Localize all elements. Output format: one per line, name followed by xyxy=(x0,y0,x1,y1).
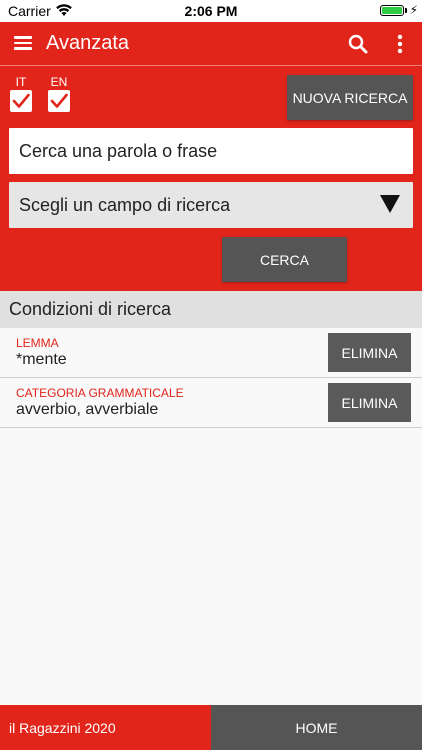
new-search-button[interactable]: NUOVA RICERCA xyxy=(287,75,413,120)
delete-condition-button[interactable]: ELIMINA xyxy=(328,383,411,422)
page-title: Avanzata xyxy=(46,32,130,54)
checkmark-icon xyxy=(12,93,30,108)
more-vertical-icon[interactable] xyxy=(390,32,410,56)
conditions-header: Condizioni di ricerca xyxy=(0,291,422,328)
status-time: 2:06 PM xyxy=(184,3,238,19)
battery-icon xyxy=(380,5,404,16)
search-field-select[interactable]: Scegli un campo di ricerca xyxy=(9,182,413,228)
language-en-label: EN xyxy=(50,75,68,89)
dropdown-arrow-icon xyxy=(380,195,400,213)
conditions-list: LEMMA *mente ELIMINA CATEGORIA GRAMMATIC… xyxy=(0,328,422,705)
condition-value: avverbio, avverbiale xyxy=(16,401,159,418)
hamburger-icon[interactable] xyxy=(12,33,34,55)
search-button[interactable]: CERCA xyxy=(222,237,347,282)
search-field-select-value: Scegli un campo di ricerca xyxy=(19,194,231,215)
language-it: IT xyxy=(9,75,33,112)
brand-label: il Ragazzini 2020 xyxy=(0,705,211,750)
condition-row: CATEGORIA GRAMMATICALE avverbio, avverbi… xyxy=(0,378,422,428)
checkmark-icon xyxy=(50,93,68,108)
language-en-checkbox[interactable] xyxy=(48,90,70,112)
language-en: EN xyxy=(47,75,71,112)
condition-field: CATEGORIA GRAMMATICALE xyxy=(16,386,184,400)
app-bar: Avanzata xyxy=(0,22,422,66)
language-it-label: IT xyxy=(15,75,27,89)
footer: il Ragazzini 2020 HOME xyxy=(0,705,422,750)
home-button[interactable]: HOME xyxy=(211,705,422,750)
search-input[interactable] xyxy=(9,128,413,174)
condition-field: LEMMA xyxy=(16,336,59,350)
search-panel: IT EN NUOVA RICERCA Scegli un campo di r… xyxy=(0,66,422,291)
search-icon[interactable] xyxy=(346,32,370,56)
charging-icon: ⚡ xyxy=(409,3,418,17)
condition-row: LEMMA *mente ELIMINA xyxy=(0,328,422,378)
status-bar: Carrier 2:06 PM ⚡ xyxy=(0,0,422,22)
battery-fill xyxy=(382,7,402,14)
battery-tip xyxy=(405,8,407,13)
language-it-checkbox[interactable] xyxy=(10,90,32,112)
delete-condition-button[interactable]: ELIMINA xyxy=(328,333,411,372)
condition-value: *mente xyxy=(16,351,67,368)
